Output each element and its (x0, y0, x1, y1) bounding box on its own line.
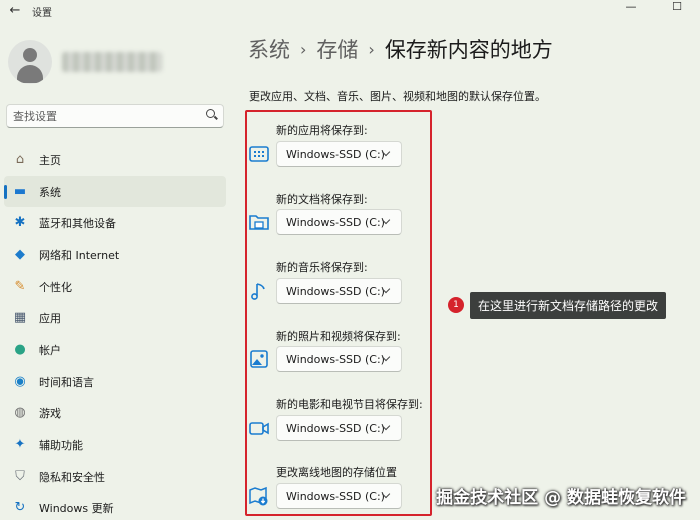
user-profile[interactable] (8, 36, 228, 92)
accessibility-icon: ✦ (14, 437, 26, 453)
apps-icon: ▦ (13, 310, 27, 326)
sidebar-item-label: 系统 (39, 185, 61, 199)
breadcrumb-storage[interactable]: 存储 (316, 38, 358, 62)
callout-text: 在这里进行新文档存储路径的更改 (470, 291, 667, 319)
breadcrumb-system[interactable]: 系统 (248, 38, 290, 62)
page-title: 保存新内容的地方 (384, 38, 553, 62)
wifi-icon: ◆ (15, 246, 25, 262)
gamepad-icon: ◍ (14, 405, 26, 421)
app-title: 设置 (32, 8, 52, 19)
sidebar-item-label: 网络和 Internet (39, 248, 120, 262)
sidebar-item-11[interactable]: ↻ Windows 更新 (4, 493, 226, 520)
annotation-highlight-box (245, 110, 432, 516)
sidebar-item-label: 游戏 (39, 407, 61, 421)
sidebar-item-label: 蓝牙和其他设备 (39, 217, 116, 231)
sidebar-item-8[interactable]: ◍ 游戏 (4, 398, 226, 430)
watermark: 掘金技术社区 @ 数据蛙恢复软件 (436, 488, 686, 508)
sidebar-item-5[interactable]: ▦ 应用 (4, 302, 226, 334)
sidebar-item-label: 时间和语言 (39, 375, 94, 389)
blurred-user-name (62, 52, 162, 72)
sidebar-item-label: 应用 (39, 312, 61, 326)
home-icon: ⌂ (15, 151, 25, 167)
search-box[interactable] (6, 104, 224, 128)
sidebar-item-1[interactable]: ▬ 系统 (4, 175, 226, 208)
minimize-button[interactable]: — (608, 0, 654, 20)
sidebar-item-6[interactable]: ● 帐户 (4, 334, 226, 366)
sidebar-item-label: 主页 (39, 153, 61, 167)
sidebar-item-label: 帐户 (39, 343, 61, 357)
sidebar-item-label: 隐私和安全性 (39, 470, 105, 484)
update-icon: ↻ (14, 500, 26, 516)
sidebar-item-label: 个性化 (39, 280, 72, 294)
sidebar-item-7[interactable]: ◉ 时间和语言 (4, 366, 226, 398)
page-description: 更改应用、文档、音乐、图片、视频和地图的默认保存位置。 (249, 90, 546, 103)
sidebar-item-0[interactable]: ⌂ 主页 (4, 144, 226, 176)
avatar (8, 40, 52, 84)
account-icon: ● (14, 341, 26, 357)
title-bar: ← 设置 — ☐ (0, 0, 700, 24)
sidebar-item-label: 辅助功能 (39, 439, 83, 453)
sidebar-item-9[interactable]: ✦ 辅助功能 (4, 429, 226, 461)
window-controls: — ☐ (608, 0, 700, 20)
sidebar-item-10[interactable]: ⛉ 隐私和安全性 (4, 461, 226, 493)
monitor-icon: ▬ (13, 183, 27, 199)
search-input[interactable] (13, 108, 203, 124)
sidebar-nav: ⌂ 主页 ▬ 系统 ✱ 蓝牙和其他设备 ◆ 网络和 Internet ✎ 个性化 ▦ 应用 ● 帐户 ◉ 时间… (4, 144, 226, 520)
breadcrumb: 系统 › 存储 › 保存新内容的地方 (248, 34, 553, 64)
sidebar-item-label: Windows 更新 (39, 502, 114, 516)
maximize-button[interactable]: ☐ (654, 0, 700, 20)
sidebar-item-4[interactable]: ✎ 个性化 (4, 271, 226, 303)
shield-icon: ⛉ (15, 468, 25, 484)
sidebar-item-2[interactable]: ✱ 蓝牙和其他设备 (4, 207, 226, 239)
callout-number-badge: 1 (448, 297, 464, 313)
back-button[interactable]: ← (6, 2, 24, 20)
globe-clock-icon: ◉ (14, 373, 26, 389)
breadcrumb-separator: › (300, 40, 307, 59)
search-icon[interactable] (206, 109, 215, 118)
bluetooth-icon: ✱ (14, 215, 26, 231)
annotation-callout: 1 在这里进行新文档存储路径的更改 (448, 291, 667, 319)
breadcrumb-separator: › (368, 40, 375, 59)
sidebar-item-3[interactable]: ◆ 网络和 Internet (4, 239, 226, 271)
brush-icon: ✎ (14, 278, 26, 294)
